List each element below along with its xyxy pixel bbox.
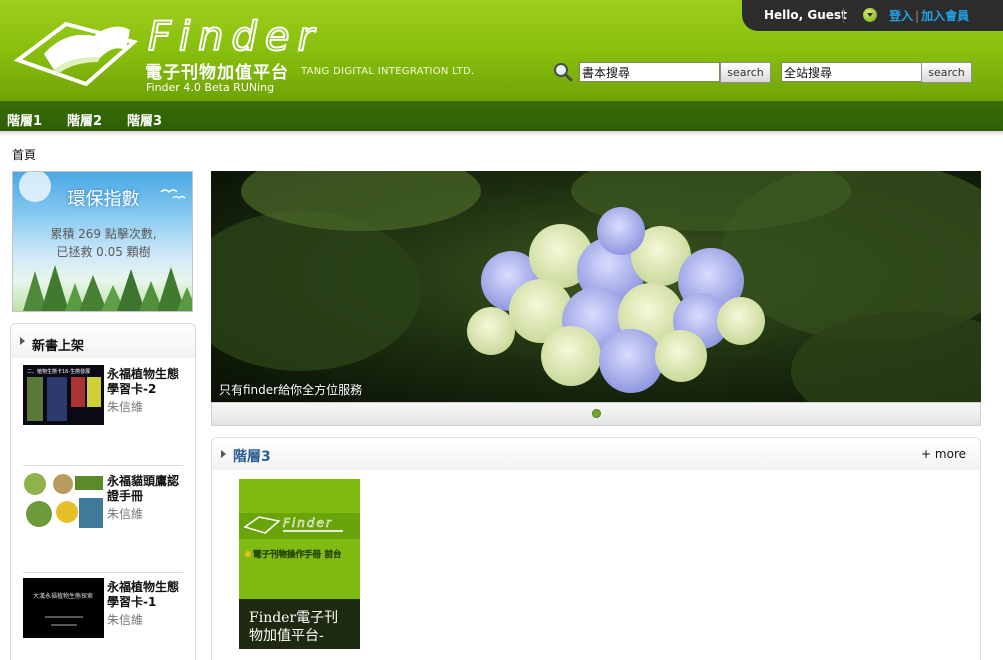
list-divider bbox=[23, 465, 183, 466]
nav-shadow bbox=[0, 131, 1003, 136]
site-search-input[interactable] bbox=[781, 62, 922, 82]
book-search-input[interactable] bbox=[579, 62, 720, 82]
book-search-button[interactable]: search bbox=[720, 62, 771, 83]
greeting-text: Hello, Guest bbox=[764, 8, 847, 22]
triangle-bullet-icon bbox=[221, 450, 226, 458]
dropdown-arrow-icon[interactable] bbox=[863, 8, 877, 22]
eco-trees-saved: 已拯救 0.05 顆樹 bbox=[56, 245, 151, 259]
category-section-header: 階層3 + more bbox=[212, 438, 980, 470]
register-link[interactable]: 加入會員 bbox=[921, 9, 969, 23]
hydrangea-photo bbox=[211, 171, 981, 402]
list-divider bbox=[23, 572, 183, 573]
triangle-bullet-icon bbox=[20, 337, 25, 345]
user-bar: Hello, Guest 登入 | 加入會員 bbox=[742, 0, 1003, 31]
version-text: Finder 4.0 Beta RUNing bbox=[146, 81, 275, 94]
list-item[interactable]: 二、植物生態卡16-生態發展 永福植物生態學習卡-2 朱信維 bbox=[23, 365, 183, 455]
breadcrumb-home[interactable]: 首頁 bbox=[12, 146, 36, 163]
page: Finder 電子刊物加值平台 TANG DIGITAL INTEGRATION… bbox=[0, 0, 1003, 660]
account-links: 登入 | 加入會員 bbox=[889, 7, 969, 24]
eco-index-title: 環保指數 bbox=[67, 189, 140, 210]
hero-banner[interactable]: 只有finder給你全方位服務 bbox=[211, 171, 981, 402]
pine-trees-icon bbox=[23, 265, 192, 311]
book-title[interactable]: 永福植物生態學習卡-1 bbox=[107, 580, 183, 610]
thumbnail-image: 二、植物生態卡16-生態發展 bbox=[23, 365, 104, 425]
new-books-panel: 新書上架 二、植物生態卡16-生態發展 永福植物生態學習卡-2 朱信維 永福貓頭… bbox=[10, 323, 196, 660]
finder-wordmark: Finder bbox=[147, 18, 322, 58]
eco-index-box: 環保指數 累積 269 點擊次數, 已拯救 0.05 顆樹 bbox=[12, 171, 193, 312]
link-separator: | bbox=[915, 9, 920, 23]
list-item[interactable]: 永福貓頭鷹認證手冊 朱信維 bbox=[23, 472, 183, 562]
eco-click-count: 累積 269 點擊次數, bbox=[50, 227, 157, 241]
site-search-button[interactable]: search bbox=[921, 62, 972, 83]
list-item[interactable]: 大漢永福植物生態探索 永福植物生態學習卡-1 朱信維 bbox=[23, 578, 183, 660]
new-books-header: 新書上架 bbox=[11, 324, 195, 358]
nav-item-level-2[interactable]: 階層2 bbox=[67, 110, 102, 129]
book-thumbnail[interactable]: 大漢永福植物生態探索 bbox=[23, 578, 104, 638]
more-link[interactable]: + more bbox=[921, 447, 966, 461]
ebook-card[interactable]: Finder 電子刊物操作手冊-前台 Finder電子刊物加值平台- bbox=[239, 479, 360, 649]
book-title[interactable]: 永福植物生態學習卡-2 bbox=[107, 367, 183, 397]
book-author: 朱信維 bbox=[107, 400, 144, 414]
slide-indicator-dot[interactable] bbox=[592, 409, 601, 418]
site-header: Finder 電子刊物加值平台 TANG DIGITAL INTEGRATION… bbox=[0, 0, 1003, 101]
book-thumbnail[interactable]: 二、植物生態卡16-生態發展 bbox=[23, 365, 104, 425]
thumbnail-caption: 二、植物生態卡16-生態發展 bbox=[27, 368, 90, 375]
thumbnail-image: 大漢永福植物生態探索 bbox=[23, 578, 104, 638]
book-thumbnail[interactable] bbox=[23, 472, 104, 532]
category-section: 階層3 + more Finder 電子刊物操作手冊-前台 Finder電子刊物… bbox=[211, 437, 981, 660]
book-logo-icon[interactable] bbox=[14, 12, 138, 92]
brand-name-chinese: 電子刊物加值平台 bbox=[145, 63, 289, 83]
banner-caption: 只有finder給你全方位服務 bbox=[219, 383, 363, 397]
magnifier-icon bbox=[554, 63, 573, 82]
category-section-title[interactable]: 階層3 bbox=[233, 446, 271, 466]
main-nav: 階層1 階層2 階層3 bbox=[0, 101, 1003, 131]
user-bar-divider bbox=[843, 8, 844, 23]
new-books-title: 新書上架 bbox=[32, 339, 85, 354]
nav-item-level-3[interactable]: 階層3 bbox=[127, 110, 162, 129]
book-title[interactable]: 永福貓頭鷹認證手冊 bbox=[107, 474, 183, 504]
book-author: 朱信維 bbox=[107, 613, 144, 627]
cover-title-text: 電子刊物操作手冊-前台 bbox=[253, 549, 342, 560]
finder-wordmark-text: Finder bbox=[148, 18, 322, 58]
cover-wordmark-text: Finder bbox=[283, 516, 333, 530]
login-link[interactable]: 登入 bbox=[889, 9, 913, 23]
book-author: 朱信維 bbox=[107, 507, 144, 521]
thumbnail-image bbox=[23, 472, 104, 532]
thumbnail-caption: 大漢永福植物生態探索 bbox=[33, 592, 93, 600]
nav-item-level-1[interactable]: 階層1 bbox=[7, 110, 42, 129]
ebook-caption: Finder電子刊物加值平台- bbox=[239, 599, 360, 649]
brand-name-english: TANG DIGITAL INTEGRATION LTD. bbox=[301, 66, 475, 77]
slider-pager bbox=[211, 402, 981, 426]
ebook-cover-image: Finder 電子刊物操作手冊-前台 bbox=[239, 479, 360, 599]
